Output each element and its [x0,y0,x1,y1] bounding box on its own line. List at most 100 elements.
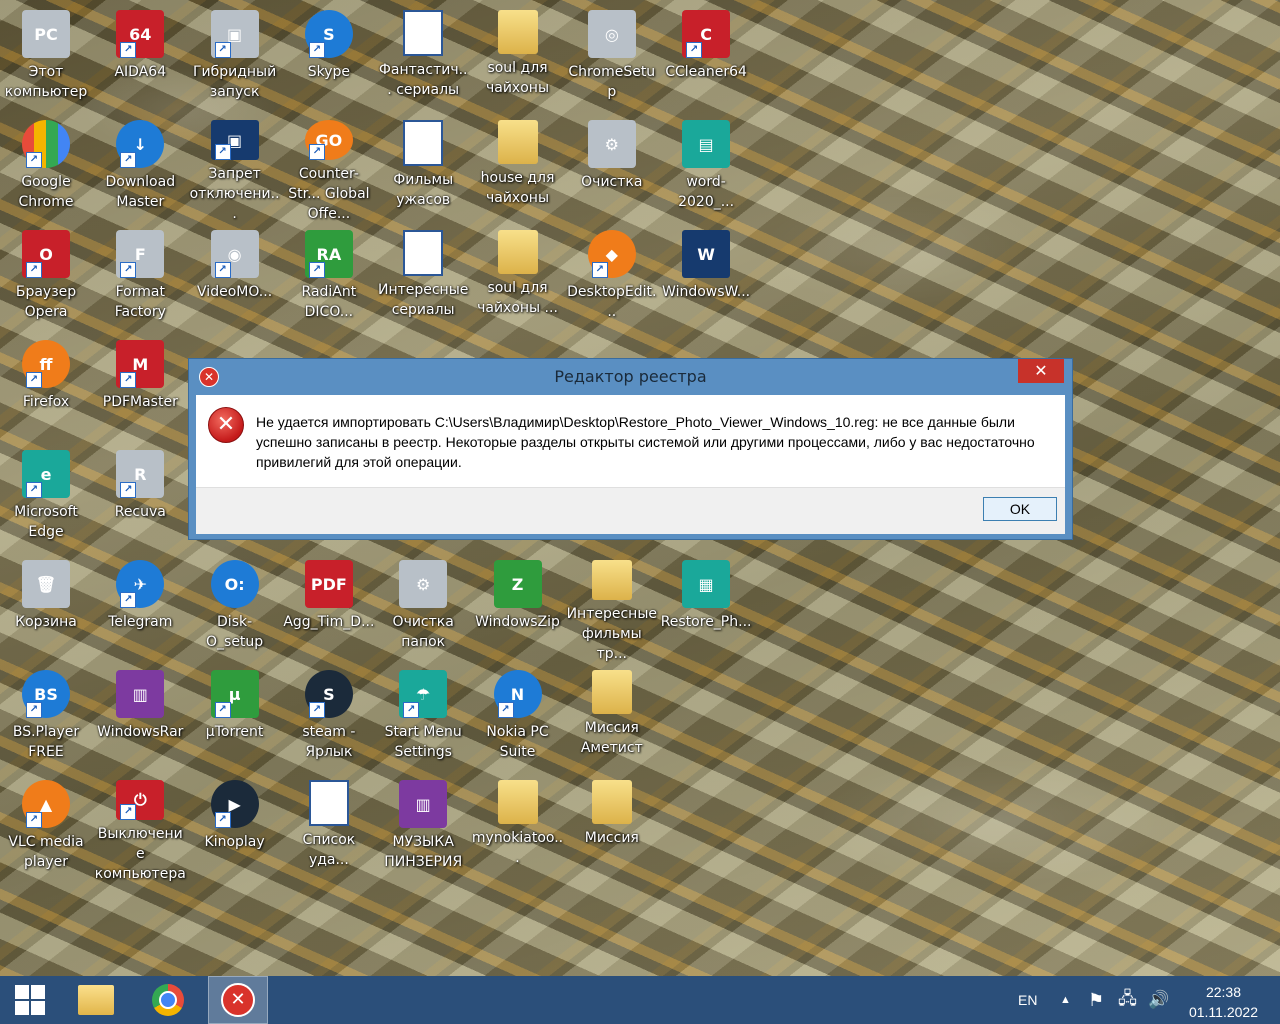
app-icon: W [403,10,444,56]
app-icon: O ↗ [22,230,70,278]
desktop-icon[interactable]: Миссия Аметист [566,666,658,774]
taskbar-file-explorer[interactable] [66,976,126,1024]
shortcut-arrow-icon: ↗ [308,42,325,58]
desktop-icon[interactable]: ✈ ↗ Telegram [94,556,186,664]
desktop-icon[interactable]: ▲ ↗ VLC media player [0,776,92,884]
desktop-icon-label: Start Menu Settings [384,724,462,760]
taskbar-chrome[interactable] [138,976,198,1024]
desktop-icon-label: Список уда... [302,832,356,868]
desktop-icon[interactable]: Миссия [566,776,658,884]
desktop-icon[interactable]: ▥ WindowsRar [94,666,186,774]
dialog-titlebar[interactable]: ✕ Редактор реестра ✕ [189,359,1072,395]
desktop-icon[interactable]: W Фантастич... сериалы [377,6,469,114]
desktop-icon[interactable]: Z WindowsZip [472,556,564,664]
desktop-icon[interactable]: 🗑 Корзина [0,556,92,664]
desktop-icon[interactable]: O: Disk-O_setup [189,556,281,664]
desktop-icon[interactable]: RA ↗ RadiAnt DICO... [283,226,375,334]
desktop-icon[interactable]: GO ↗ Counter-Str... Global Offe... [283,116,375,224]
desktop-icon[interactable]: N ↗ Nokia PC Suite [472,666,564,774]
app-icon: RA ↗ [304,230,353,278]
app-icon: N ↗ [493,670,542,718]
app-icon: ↓ ↗ [116,120,165,168]
desktop-icon-label: Очистка папок [392,614,454,650]
desktop-icon[interactable]: W Интересные сериалы [377,226,469,334]
app-icon [591,780,632,824]
desktop-icon[interactable]: ▤ word-2020_... [660,116,752,224]
desktop-icon[interactable]: ☂ ↗ Start Menu Settings [377,666,469,774]
app-icon: ◎ [587,10,636,58]
language-indicator[interactable]: EN [1018,976,1037,1024]
desktop-icon[interactable]: S ↗ steam - Ярлык [283,666,375,774]
desktop-icon-label: house для чайхоны [480,170,555,206]
action-center[interactable]: ⚑ [1088,976,1104,1024]
desktop-icon[interactable]: F ↗ Format Factory [94,226,186,334]
app-icon [497,780,538,824]
desktop-icon-label: word-2020_... [678,174,735,210]
app-icon: W [682,230,731,278]
desktop-icon-label: Фильмы ужасов [393,172,454,208]
desktop-icon[interactable]: ff ↗ Firefox [0,336,92,444]
ok-button[interactable]: OK [983,497,1057,521]
start-button[interactable] [0,976,60,1024]
desktop-icon-label: Counter-Str... Global Offe... [288,166,370,222]
shortcut-arrow-icon: ↗ [591,262,608,278]
desktop-icon[interactable]: ↓ ↗ Download Master [94,116,186,224]
desktop-icon-label: Интересные фильмы тр... [566,606,657,662]
app-icon: ⚙ [399,560,448,608]
desktop-icon[interactable]: PC Этот компьютер [0,6,92,114]
desktop-icon-label: Гибридный запуск [192,64,277,100]
desktop-icon[interactable]: ⚙ Очистка [566,116,658,224]
desktop-icon[interactable]: ▶ ↗ Kinoplay [189,776,281,884]
desktop-icon[interactable]: W Фильмы ужасов [377,116,469,224]
app-icon: GO ↗ [304,120,353,160]
desktop-icon[interactable]: house для чайхоны [472,116,564,224]
folder-icon [78,985,114,1015]
desktop-icon[interactable]: ◆ ↗ DesktopEdit... [566,226,658,334]
network-status[interactable]: 🖧 [1118,976,1137,1024]
desktop-icon[interactable]: M ↗ PDFMaster [94,336,186,444]
shortcut-arrow-icon: ↗ [26,372,42,388]
desktop-icon[interactable]: µ ↗ µTorrent [189,666,281,774]
desktop-icon[interactable]: W Список уда... [283,776,375,884]
error-icon: ✕ [221,983,255,1017]
desktop-icon-label: ChromeSetup [568,64,656,100]
desktop-icon-label: WindowsRar [97,724,184,740]
desktop-icon[interactable]: C ↗ CCleaner64 [660,6,752,114]
desktop-icon[interactable]: mynokiatoo... [472,776,564,884]
desktop-icon[interactable]: 64 ↗ AIDA64 [94,6,186,114]
desktop-icon[interactable]: S ↗ Skype [283,6,375,114]
app-icon: ☂ ↗ [399,670,448,718]
desktop-icon[interactable]: ▥ МУЗЫКА ПИНЗЕРИЯ [377,776,469,884]
close-button[interactable]: ✕ [1018,359,1064,383]
desktop-icon[interactable]: PDF Agg_Tim_D... [283,556,375,664]
desktop-icon[interactable]: soul для чайхоны ... [472,226,564,334]
volume-control[interactable]: 🔊 [1148,976,1169,1024]
desktop-icon[interactable]: e ↗ Microsoft Edge [0,446,92,554]
desktop-icon-label: soul для чайхоны [485,60,549,96]
desktop-icon[interactable]: R ↗ Recuva [94,446,186,554]
desktop-icon[interactable]: ◉ ↗ VideoMO... [189,226,281,334]
desktop-icon[interactable]: O ↗ Браузер Opera [0,226,92,334]
clock[interactable]: 22:38 01.11.2022 [1189,982,1258,1022]
desktop-icon-label: Nokia PC Suite [486,724,549,760]
desktop-icon[interactable]: W WindowsW... [660,226,752,334]
clock-date: 01.11.2022 [1188,1004,1258,1020]
desktop-icon[interactable]: soul для чайхоны [472,6,564,114]
desktop-icon[interactable]: Интересные фильмы тр... [566,556,658,664]
desktop-icon[interactable]: ▣ ↗ Гибридный запуск [189,6,281,114]
error-message: Не удается импортировать C:\Users\Владим… [256,414,1035,470]
shortcut-arrow-icon: ↗ [308,702,325,718]
show-hidden-icons[interactable]: ▲ [1060,976,1071,1024]
desktop-icon[interactable]: BS ↗ BS.Player FREE [0,666,92,774]
desktop-icon[interactable]: ▦ Restore_Ph... [660,556,752,664]
taskbar-registry-error[interactable]: ✕ [208,976,268,1024]
desktop-icon[interactable]: ⚙ Очистка папок [377,556,469,664]
app-icon: ▲ ↗ [22,780,70,828]
shortcut-arrow-icon: ↗ [214,144,231,160]
desktop-icon[interactable]: ↗ Google Chrome [0,116,92,224]
desktop-icon[interactable]: ▣ ↗ Запрет отключени... [189,116,281,224]
app-icon: ▶ ↗ [210,780,259,828]
desktop-icon[interactable]: ◎ ChromeSetup [566,6,658,114]
desktop-icon[interactable]: ⏻ ↗ Выключение компьютера [94,776,186,884]
shortcut-arrow-icon: ↗ [26,702,42,718]
